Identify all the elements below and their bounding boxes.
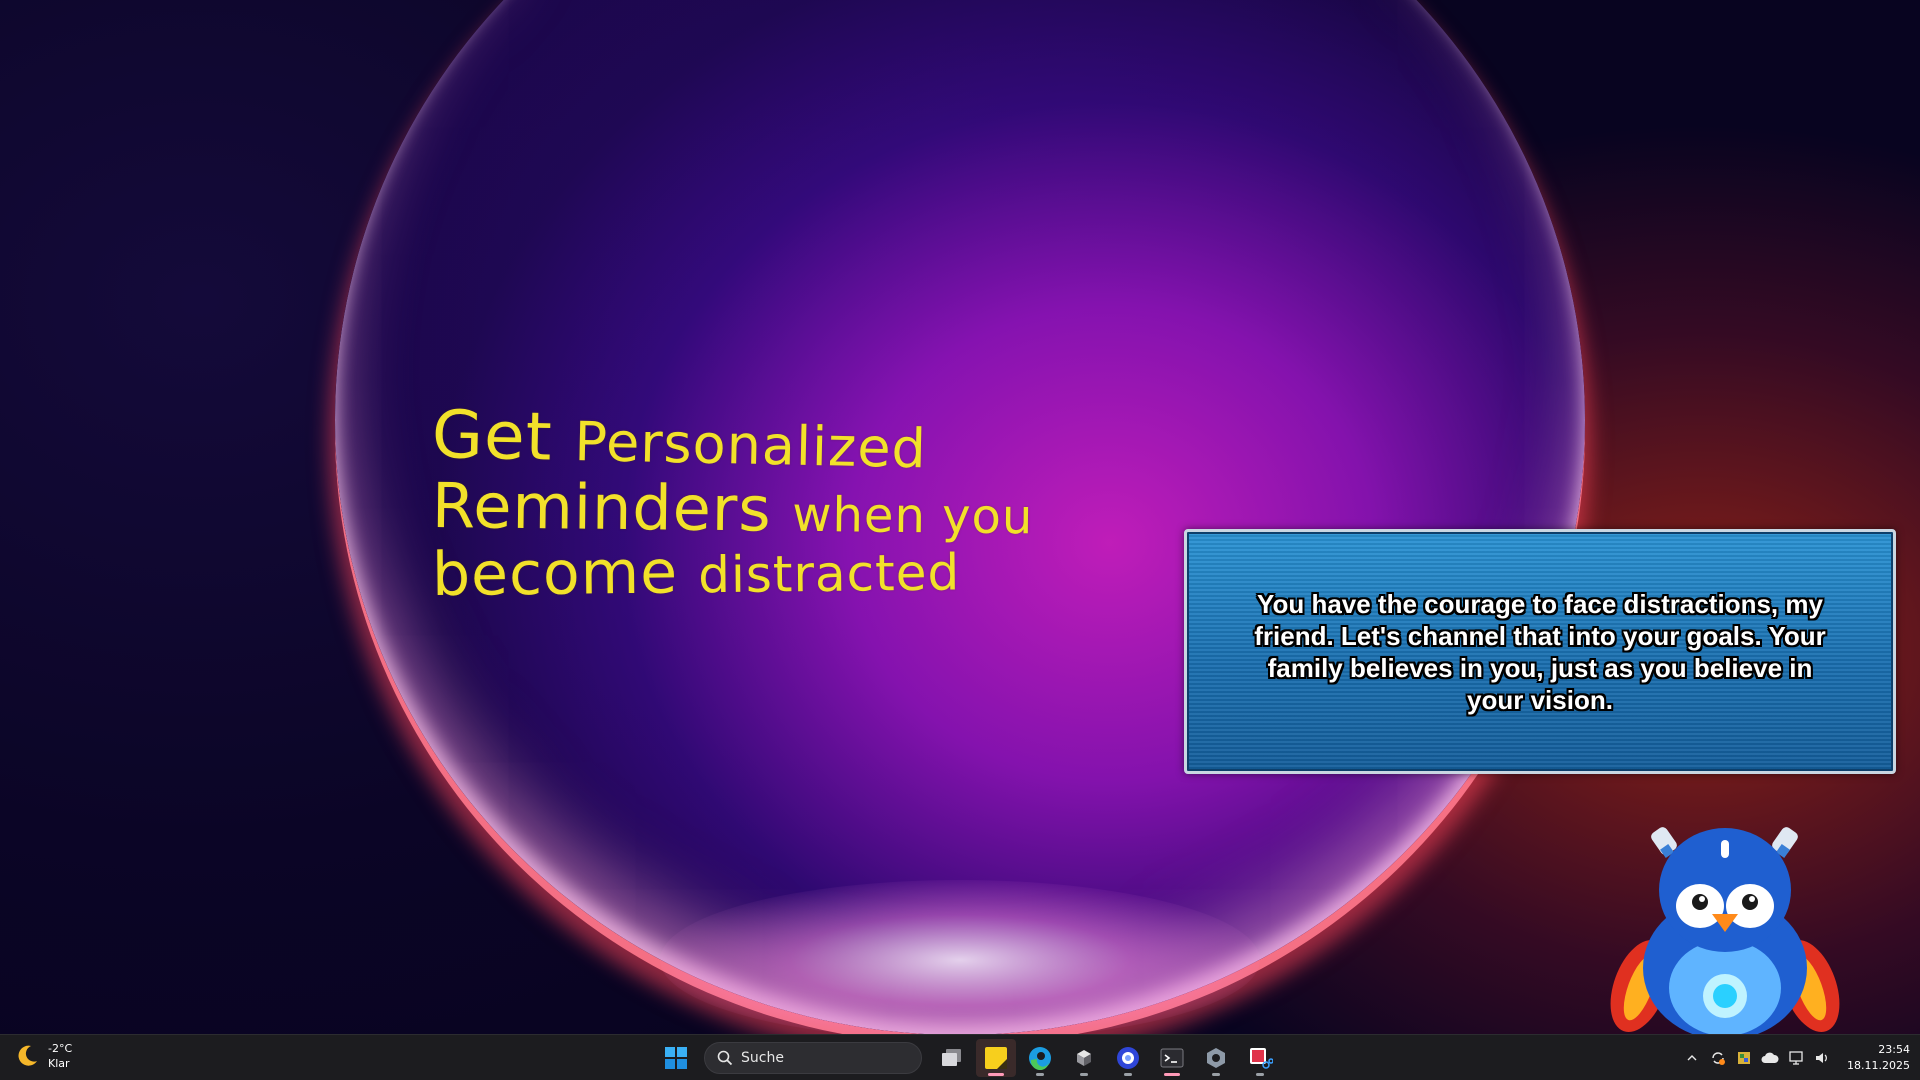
chevron-up-icon [1687,1055,1697,1061]
network-icon [1789,1051,1803,1065]
headline-line-2: Reminders when you [432,469,1034,546]
mascot-right-eye [1742,894,1758,910]
edge-browser-button[interactable] [1020,1039,1060,1077]
weather-condition: Klar [48,1057,70,1070]
taskbar: -2°C Klar Suche 23:54 18.11.2025 [0,1034,1920,1080]
headline-word-get: Get [431,396,554,476]
volume-tray-button[interactable] [1809,1043,1835,1073]
show-hidden-icons-button[interactable] [1679,1043,1705,1073]
gear-app-button[interactable] [1196,1039,1236,1077]
snipping-icon [1250,1048,1273,1069]
sync-tray-button[interactable] [1705,1043,1731,1073]
system-tray: 23:54 18.11.2025 [1679,1039,1910,1077]
taskbar-clock[interactable]: 23:54 18.11.2025 [1847,1042,1910,1074]
grid-app-icon [1738,1052,1751,1064]
gear-app-icon [1207,1048,1225,1068]
speaker-icon [1816,1053,1827,1063]
running-indicator [1212,1073,1220,1076]
headline-words-when-you: when you [792,487,1034,546]
task-view-button[interactable] [932,1039,972,1077]
reminder-message-text: You have the courage to face distraction… [1254,588,1826,715]
promo-headline: Get Personalized Reminders when you beco… [431,396,1034,611]
sync-icon [1712,1052,1726,1065]
moon-icon [18,1045,37,1066]
mascot-left-eye [1692,894,1708,910]
circle-app-button[interactable] [1108,1039,1148,1077]
cloud-icon [1761,1052,1779,1063]
circle-app-icon [1117,1047,1139,1069]
terminal-button[interactable] [1152,1039,1192,1077]
cube-icon [1077,1050,1091,1066]
reminder-message-panel[interactable]: You have the courage to face distraction… [1184,529,1896,774]
start-button[interactable] [656,1039,696,1077]
clock-time: 23:54 [1878,1043,1910,1056]
wallpaper-orb-glow [660,880,1260,1034]
search-icon [717,1050,733,1066]
running-indicator [1124,1073,1132,1076]
mascot-core-center [1713,984,1737,1008]
headline-word-distracted: distracted [697,543,961,605]
snipping-tool-button[interactable] [1240,1039,1280,1077]
terminal-icon [1160,1048,1184,1068]
sticky-notes-icon [985,1047,1007,1069]
network-tray-button[interactable] [1783,1043,1809,1073]
running-indicator [1080,1073,1088,1076]
clock-date: 18.11.2025 [1847,1059,1910,1072]
windows-logo-icon [665,1047,687,1069]
running-indicator [1036,1073,1044,1076]
headline-word-personalized: Personalized [573,409,928,481]
mascot-left-eye-shine [1699,896,1705,902]
edge-icon [1029,1047,1051,1071]
search-placeholder: Suche [741,1050,784,1066]
taskbar-center: Suche [654,1039,1282,1077]
sticky-notes-button[interactable] [976,1039,1016,1077]
weather-temperature: -2°C [48,1042,73,1055]
mascot-right-eye-shine [1749,896,1755,902]
headline-word-reminders: Reminders [431,469,773,546]
headline-line-3: become distracted [432,538,1034,611]
headline-word-become: become [431,537,679,611]
app-tray-button[interactable] [1731,1043,1757,1073]
active-indicator [988,1073,1004,1076]
penguin-robot-mascot[interactable] [1600,818,1850,1034]
running-indicator [1164,1073,1180,1076]
onedrive-tray-button[interactable] [1757,1043,1783,1073]
weather-widget[interactable]: -2°C Klar [14,1041,72,1071]
taskbar-search-box[interactable]: Suche [704,1042,922,1074]
running-indicator [1256,1073,1264,1076]
task-view-icon [942,1049,961,1066]
cube-app-button[interactable] [1064,1039,1104,1077]
mascot-head-light [1721,840,1729,858]
